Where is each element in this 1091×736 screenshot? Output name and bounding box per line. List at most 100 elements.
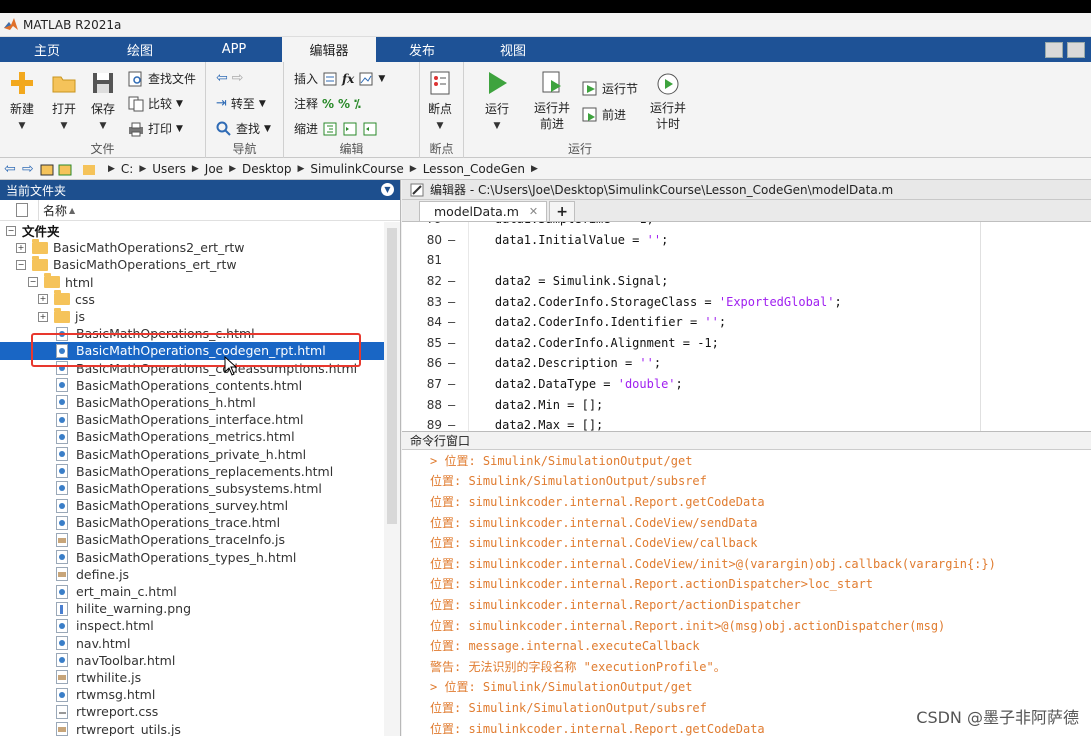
expand-icon[interactable]: + xyxy=(38,294,48,305)
tab-editor[interactable]: 编辑器 xyxy=(282,37,376,62)
forward-icon[interactable]: ⇨ xyxy=(22,162,36,176)
save-quick-icon[interactable] xyxy=(1045,41,1063,58)
code-line[interactable]: 80— data1.InitialValue = ''; xyxy=(402,230,1091,251)
tree-file-row[interactable]: BasicMathOperations_subsystems.html xyxy=(0,480,384,497)
breakpoints-button[interactable]: 断点 ▼ xyxy=(427,70,453,131)
line-marker[interactable]: — xyxy=(442,356,466,370)
tab-publish[interactable]: 发布 xyxy=(376,37,468,62)
tree-file-row[interactable]: navToolbar.html xyxy=(0,652,384,669)
code-line[interactable]: 83— data2.CoderInfo.StorageClass = 'Expo… xyxy=(402,291,1091,312)
back-icon[interactable]: ⇦ xyxy=(4,162,18,176)
tree-file-row[interactable]: rtwreport_utils.js xyxy=(0,720,384,736)
tab-home[interactable]: 主页 xyxy=(0,37,94,62)
tree-file-row[interactable]: BasicMathOperations_contents.html xyxy=(0,377,384,394)
code-line[interactable]: 82— data2 = Simulink.Signal; xyxy=(402,271,1091,292)
line-marker[interactable]: — xyxy=(442,295,466,309)
tree-file-row[interactable]: define.js xyxy=(0,566,384,583)
tree-folder-row[interactable]: + js xyxy=(0,307,384,325)
open-button[interactable]: 打开 ▼ xyxy=(51,70,77,131)
comment-button[interactable]: 注释 % % ⁒ xyxy=(294,95,361,112)
tree-file-row[interactable]: hilite_warning.png xyxy=(0,600,384,617)
tree-file-row[interactable]: BasicMathOperations_h.html xyxy=(0,394,384,411)
arrow-right-icon[interactable]: ⇨ xyxy=(232,70,244,86)
tab-plots[interactable]: 绘图 xyxy=(94,37,186,62)
code-area[interactable]: 79— data1.SampleTime = -1;80— data1.Init… xyxy=(402,222,1091,431)
tree-file-row[interactable]: BasicMathOperations_types_h.html xyxy=(0,549,384,566)
code-line[interactable]: 81 xyxy=(402,250,1091,271)
collapse-icon[interactable]: − xyxy=(28,277,38,288)
tree-file-row[interactable]: BasicMathOperations_trace.html xyxy=(0,514,384,531)
tree-file-row[interactable]: BasicMathOperations_replacements.html xyxy=(0,463,384,480)
tree-file-row[interactable]: BasicMathOperations_interface.html xyxy=(0,411,384,428)
insert-image-icon[interactable] xyxy=(358,71,374,87)
up-folder-icon[interactable] xyxy=(40,162,54,176)
advance-button[interactable]: 前进 xyxy=(582,106,626,123)
crumb-simulinkcourse[interactable]: SimulinkCourse xyxy=(310,162,403,176)
panel-menu-icon[interactable]: ▼ xyxy=(381,183,394,196)
tree-file-row[interactable]: inspect.html xyxy=(0,617,384,634)
increase-indent-icon[interactable] xyxy=(342,121,358,137)
tab-apps[interactable]: APP xyxy=(186,37,282,62)
compare-button[interactable]: 比较 ▼ xyxy=(128,95,183,112)
vertical-scrollbar[interactable] xyxy=(384,222,400,736)
smart-indent-icon[interactable] xyxy=(322,121,338,137)
indent-button[interactable]: 缩进 xyxy=(294,120,378,137)
line-marker[interactable]: — xyxy=(442,418,466,431)
tree-file-row[interactable]: nav.html xyxy=(0,635,384,652)
line-marker[interactable]: — xyxy=(442,233,466,247)
tree-file-row[interactable]: BasicMathOperations_private_h.html xyxy=(0,445,384,462)
run-section-button[interactable]: 运行节 xyxy=(582,80,638,97)
arrow-left-icon[interactable]: ⇦ xyxy=(216,70,228,86)
code-line[interactable]: 87— data2.DataType = 'double'; xyxy=(402,374,1091,395)
find-files-button[interactable]: 查找文件 xyxy=(128,70,196,87)
new-tab-button[interactable]: + xyxy=(549,201,576,221)
line-marker[interactable]: — xyxy=(442,315,466,329)
run-advance-button[interactable]: 运行并 前进 xyxy=(534,70,570,132)
collapse-icon[interactable]: − xyxy=(16,259,26,270)
fx-icon[interactable]: fx xyxy=(342,72,354,86)
line-marker[interactable]: — xyxy=(442,377,466,391)
find-button[interactable]: 查找 ▼ xyxy=(216,120,271,137)
expand-icon[interactable]: + xyxy=(38,311,48,322)
command-window-output[interactable]: > 位置: Simulink/SimulationOutput/get 位置: S… xyxy=(402,450,1091,736)
crumb-drive[interactable]: C: xyxy=(121,162,133,176)
quick-access-icon[interactable] xyxy=(1067,41,1085,58)
tree-file-row[interactable]: BasicMathOperations_traceInfo.js xyxy=(0,531,384,548)
tree-file-row[interactable]: BasicMathOperations_metrics.html xyxy=(0,428,384,445)
line-marker[interactable]: — xyxy=(442,222,466,226)
crumb-desktop[interactable]: Desktop xyxy=(242,162,292,176)
uncomment-icon[interactable]: % xyxy=(338,97,350,111)
tree-folder-row[interactable]: + css xyxy=(0,290,384,308)
run-button[interactable]: 运行 ▼ xyxy=(484,70,510,131)
code-line[interactable]: 85— data2.CoderInfo.Alignment = -1; xyxy=(402,333,1091,354)
tree-root[interactable]: − 文件夹 xyxy=(0,222,384,239)
tab-view[interactable]: 视图 xyxy=(468,37,558,62)
expand-icon[interactable]: + xyxy=(16,242,26,253)
line-marker[interactable]: — xyxy=(442,274,466,288)
browse-folder-icon[interactable] xyxy=(58,162,72,176)
line-marker[interactable]: — xyxy=(442,398,466,412)
tree-folder-row[interactable]: − html xyxy=(0,273,384,291)
save-button[interactable]: 保存 ▼ xyxy=(90,70,116,131)
tree-file-row[interactable]: rtwreport.css xyxy=(0,703,384,720)
run-time-button[interactable]: 运行并 计时 xyxy=(650,70,686,132)
insert-button[interactable]: 插入 fx ▼ xyxy=(294,70,385,87)
code-line[interactable]: 79— data1.SampleTime = -1; xyxy=(402,222,1091,230)
comment-icon[interactable]: % xyxy=(322,97,334,111)
code-line[interactable]: 86— data2.Description = ''; xyxy=(402,353,1091,374)
code-line[interactable]: 84— data2.CoderInfo.Identifier = ''; xyxy=(402,312,1091,333)
crumb-lesson-codegen[interactable]: Lesson_CodeGen xyxy=(423,162,525,176)
goto-button[interactable]: ⇥ 转至 ▼ xyxy=(216,95,266,112)
decrease-indent-icon[interactable] xyxy=(362,121,378,137)
tree-folder-row[interactable]: − BasicMathOperations_ert_rtw xyxy=(0,255,384,273)
print-button[interactable]: 打印 ▼ xyxy=(128,120,183,137)
tree-file-row[interactable]: rtwmsg.html xyxy=(0,686,384,703)
tree-file-row[interactable]: rtwhilite.js xyxy=(0,669,384,686)
scrollbar-thumb[interactable] xyxy=(387,228,397,524)
crumb-joe[interactable]: Joe xyxy=(205,162,223,176)
collapse-icon[interactable]: − xyxy=(6,225,16,236)
line-marker[interactable]: — xyxy=(442,336,466,350)
code-line[interactable]: 88— data2.Min = []; xyxy=(402,394,1091,415)
code-line[interactable]: 89— data2.Max = []; xyxy=(402,415,1091,431)
crumb-users[interactable]: Users xyxy=(152,162,186,176)
